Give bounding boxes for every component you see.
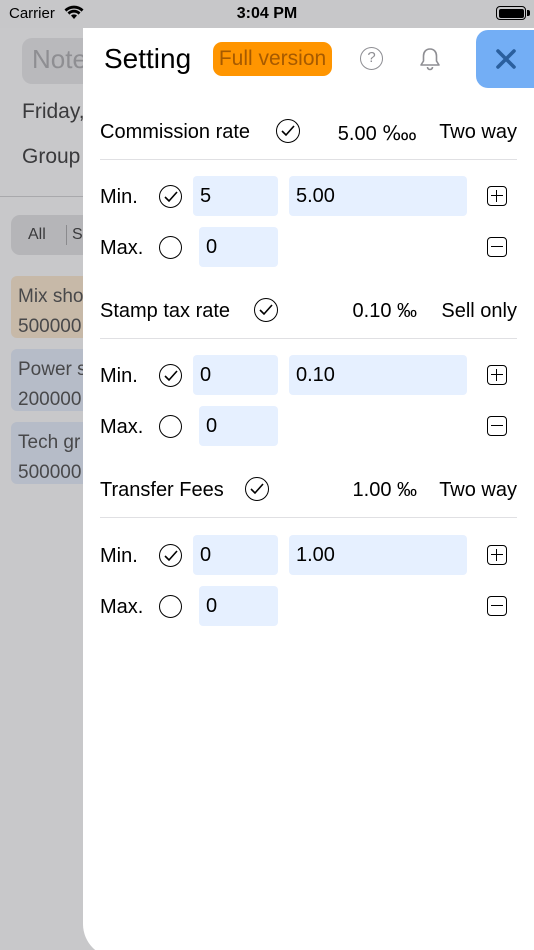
section-rate: 0.10 ‰ — [352, 300, 417, 322]
max-row: Max. 0 — [100, 406, 517, 446]
max-value-input[interactable]: 0 — [199, 406, 278, 446]
radio-empty-icon[interactable] — [159, 236, 182, 259]
minus-square-icon[interactable] — [487, 416, 507, 436]
segment-all: All — [28, 226, 46, 243]
section-direction[interactable]: Two way — [439, 121, 517, 144]
radio-empty-icon[interactable] — [159, 595, 182, 618]
plus-square-icon[interactable] — [487, 186, 507, 206]
plus-square-icon[interactable] — [487, 365, 507, 385]
rate-value-input[interactable]: 5.00 — [289, 176, 467, 216]
check-circle-icon[interactable] — [159, 544, 182, 567]
divider — [100, 517, 517, 518]
full-version-button[interactable]: Full version — [213, 42, 332, 76]
section-name: Commission rate — [100, 121, 251, 143]
section-direction[interactable]: Sell only — [441, 300, 517, 323]
commission-rate-row: Commission rate 5.00 ‱ Two way — [100, 111, 517, 151]
min-value-input[interactable]: 5 — [193, 176, 278, 216]
check-circle-icon[interactable] — [254, 298, 278, 322]
check-circle-icon[interactable] — [276, 119, 300, 143]
max-row: Max. 0 — [100, 227, 517, 267]
plus-square-icon[interactable] — [487, 545, 507, 565]
rate-value-input[interactable]: 1.00 — [289, 535, 467, 575]
min-label: Min. — [100, 186, 138, 208]
help-icon[interactable]: ? — [360, 47, 383, 70]
bell-icon[interactable] — [417, 46, 443, 72]
stamp-tax-row: Stamp tax rate 0.10 ‰ Sell only — [100, 290, 517, 330]
min-value-input[interactable]: 0 — [193, 355, 278, 395]
min-value-input[interactable]: 0 — [193, 535, 278, 575]
group-label: Group — [22, 145, 81, 168]
max-label: Max. — [100, 416, 144, 438]
check-circle-icon[interactable] — [245, 477, 269, 501]
minus-square-icon[interactable] — [487, 596, 507, 616]
max-row: Max. 0 — [100, 586, 517, 626]
page-title: Setting — [104, 43, 192, 74]
section-rate: 5.00 ‱ — [337, 123, 417, 145]
section-rate: 1.00 ‰ — [352, 479, 417, 501]
settings-panel: Setting Full version ? Commission rate 5… — [83, 28, 534, 950]
min-row: Min. 0 0.10 — [100, 355, 517, 395]
status-bar: Carrier 3:04 PM — [0, 0, 534, 28]
clock: 3:04 PM — [236, 5, 298, 22]
close-icon — [496, 49, 516, 69]
min-label: Min. — [100, 545, 138, 567]
radio-empty-icon[interactable] — [159, 415, 182, 438]
segment-next: S — [72, 226, 83, 243]
transfer-fees-row: Transfer Fees 1.00 ‰ Two way — [100, 469, 517, 509]
max-value-input[interactable]: 0 — [199, 586, 278, 626]
section-name: Stamp tax rate — [100, 300, 231, 322]
rate-value-input[interactable]: 0.10 — [289, 355, 467, 395]
minus-square-icon[interactable] — [487, 237, 507, 257]
min-row: Min. 5 5.00 — [100, 176, 517, 216]
check-circle-icon[interactable] — [159, 364, 182, 387]
divider — [100, 159, 517, 160]
segment-separator — [66, 225, 67, 245]
section-direction[interactable]: Two way — [439, 479, 517, 502]
max-value-input[interactable]: 0 — [199, 227, 278, 267]
date-label: Friday, — [22, 100, 85, 123]
close-button[interactable] — [476, 30, 534, 88]
min-row: Min. 0 1.00 — [100, 535, 517, 575]
check-circle-icon[interactable] — [159, 185, 182, 208]
max-label: Max. — [100, 237, 144, 259]
min-label: Min. — [100, 365, 138, 387]
divider — [100, 338, 517, 339]
section-name: Transfer Fees — [100, 479, 224, 501]
battery-icon — [496, 6, 530, 20]
max-label: Max. — [100, 596, 144, 618]
settings-header: Setting Full version ? — [83, 28, 534, 90]
